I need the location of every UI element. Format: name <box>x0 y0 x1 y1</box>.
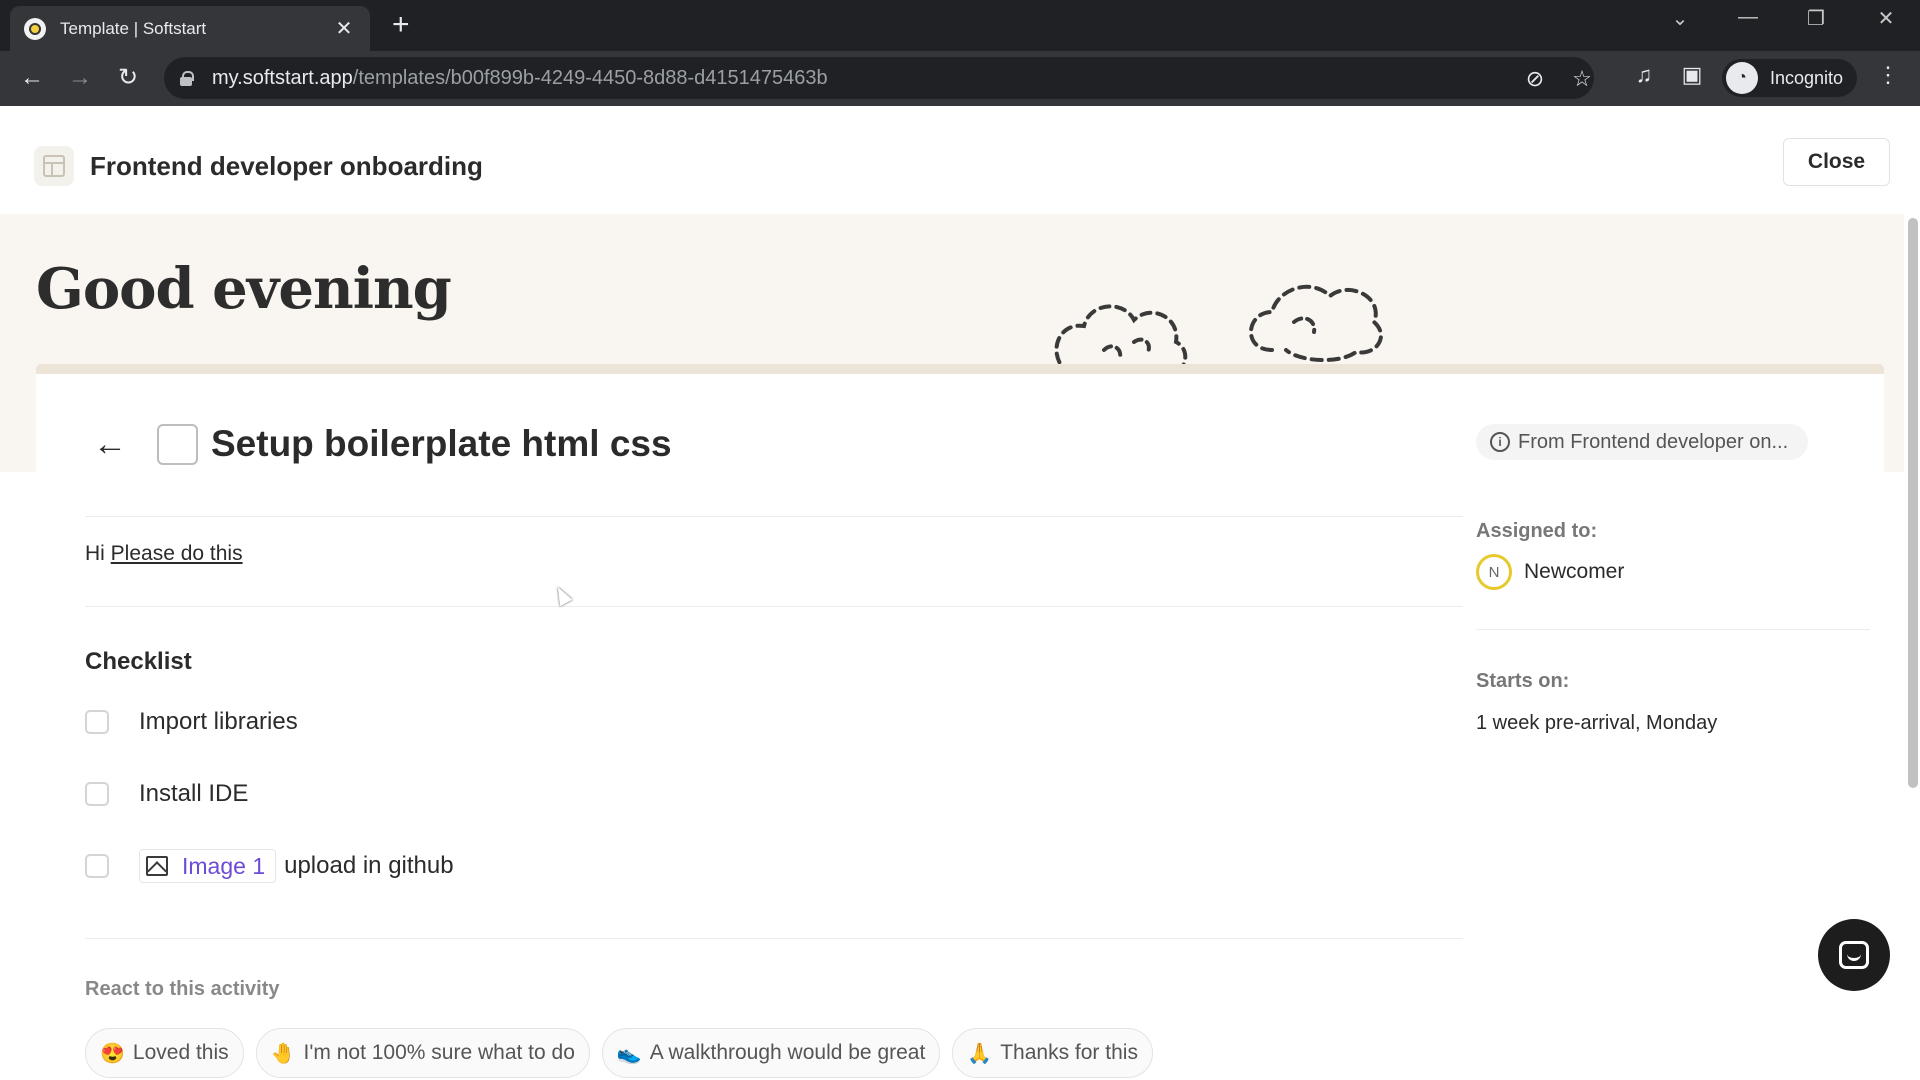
url-path: /templates/b00f899b-4249-4450-8d88-d4151… <box>352 66 828 89</box>
minimize-button[interactable]: — <box>1728 6 1768 29</box>
chat-icon <box>1839 941 1869 969</box>
app-header: Frontend developer onboarding Close <box>0 106 1920 214</box>
incognito-label: Incognito <box>1770 67 1844 88</box>
tab-close-button[interactable]: ✕ <box>332 16 356 41</box>
divider <box>85 606 1463 607</box>
checklist-item: Install IDE <box>85 774 248 814</box>
softstart-favicon-icon <box>24 17 46 40</box>
media-icon[interactable]: ♫ <box>1628 62 1660 88</box>
chat-launcher-button[interactable] <box>1818 919 1890 991</box>
back-icon[interactable]: ← <box>14 60 50 96</box>
reaction-label: A walkthrough would be great <box>649 1041 926 1064</box>
tab-title: Template | Softstart <box>60 18 207 38</box>
banner-divider <box>36 364 1884 374</box>
lock-icon[interactable] <box>180 71 194 86</box>
forward-icon[interactable]: → <box>62 60 98 96</box>
star-icon[interactable]: ☆ <box>1568 66 1596 92</box>
assignee[interactable]: N Newcomer <box>1476 554 1624 590</box>
back-arrow-icon[interactable]: ← <box>92 426 128 462</box>
checklist-item-label: Import libraries <box>139 708 298 735</box>
checklist-heading: Checklist <box>85 648 192 675</box>
reaction-walkthrough-button[interactable]: 👟 A walkthrough would be great <box>601 1028 941 1078</box>
incognito-profile[interactable]: ◔ Incognito <box>1722 59 1858 97</box>
task-detail-card: ← Setup boilerplate html css i From Fron… <box>36 374 1884 1080</box>
browser-toolbar: ← → ↻ my.softstart.app/templates/b00f899… <box>0 51 1920 106</box>
divider <box>1476 629 1870 630</box>
browser-tab-bar: Template | Softstart ✕ + ⌄ — ❐ ✕ <box>0 0 1920 51</box>
url-host: my.softstart.app <box>212 66 353 89</box>
restore-button[interactable]: ❐ <box>1796 6 1836 31</box>
task-complete-checkbox[interactable] <box>157 424 198 465</box>
incognito-icon: ◔ <box>1726 62 1758 94</box>
starts-on-value: 1 week pre-arrival, Monday <box>1476 712 1718 734</box>
page-title: Frontend developer onboarding <box>90 151 483 181</box>
divider <box>85 938 1463 939</box>
assignee-name: Newcomer <box>1524 560 1625 583</box>
tab-search-icon[interactable]: ⌄ <box>1660 6 1700 31</box>
image-icon <box>146 856 168 876</box>
page-scrollbar[interactable] <box>1904 214 1920 1080</box>
greeting-heading: Good evening <box>36 256 452 322</box>
new-tab-button[interactable]: + <box>392 10 410 40</box>
reaction-thanks-button[interactable]: 🙏 Thanks for this <box>952 1028 1153 1078</box>
description-text: Hi <box>85 542 111 565</box>
checklist-item: Image 1 upload in github <box>85 846 454 886</box>
reaction-label: Thanks for this <box>1000 1041 1138 1064</box>
checklist-checkbox[interactable] <box>85 854 109 878</box>
scrollbar-thumb[interactable] <box>1908 218 1918 788</box>
sidepanel-icon[interactable]: ▣ <box>1676 62 1708 88</box>
menu-icon[interactable]: ⋮ <box>1872 62 1904 88</box>
template-source-pill[interactable]: i From Frontend developer on... <box>1476 424 1809 460</box>
reload-icon[interactable]: ↻ <box>110 60 146 96</box>
description-link[interactable]: Please do this <box>111 542 243 565</box>
template-source-label: From Frontend developer on... <box>1518 430 1789 453</box>
heart-eyes-icon: 😍 <box>100 1042 125 1065</box>
checklist-checkbox[interactable] <box>85 782 109 806</box>
task-description: Hi Please do this <box>85 542 243 566</box>
reaction-list: 😍 Loved this 🤚 I'm not 100% sure what to… <box>85 1028 1153 1078</box>
image-attachment-chip[interactable]: Image 1 <box>139 849 277 883</box>
clouds-illustration <box>1054 284 1383 378</box>
checklist-item-label: Install IDE <box>139 780 249 807</box>
reaction-loved-button[interactable]: 😍 Loved this <box>85 1028 244 1078</box>
browser-tab[interactable]: Template | Softstart ✕ <box>10 6 370 51</box>
image-attachment-label: Image 1 <box>182 852 266 879</box>
checklist-item-label: upload in github <box>284 852 454 879</box>
shoe-icon: 👟 <box>616 1042 642 1065</box>
reaction-unsure-button[interactable]: 🤚 I'm not 100% sure what to do <box>255 1028 590 1078</box>
praying-hands-icon: 🙏 <box>967 1042 993 1065</box>
eye-off-icon[interactable]: ⊘ <box>1521 66 1549 92</box>
address-bar[interactable]: my.softstart.app/templates/b00f899b-4249… <box>164 57 1594 99</box>
close-window-button[interactable]: ✕ <box>1866 6 1906 31</box>
reaction-label: Loved this <box>132 1041 229 1064</box>
raised-hand-icon: 🤚 <box>270 1042 296 1065</box>
assigned-to-label: Assigned to: <box>1476 520 1598 542</box>
reaction-label: I'm not 100% sure what to do <box>303 1041 575 1064</box>
checklist-checkbox[interactable] <box>85 710 109 734</box>
divider <box>85 516 1463 517</box>
checklist-item: Import libraries <box>85 702 298 742</box>
starts-on-label: Starts on: <box>1476 670 1570 692</box>
template-icon <box>34 146 74 186</box>
close-button[interactable]: Close <box>1783 138 1890 186</box>
task-title: Setup boilerplate html css <box>211 423 672 464</box>
react-heading: React to this activity <box>85 978 280 1000</box>
avatar: N <box>1476 554 1512 590</box>
info-icon: i <box>1490 432 1510 452</box>
